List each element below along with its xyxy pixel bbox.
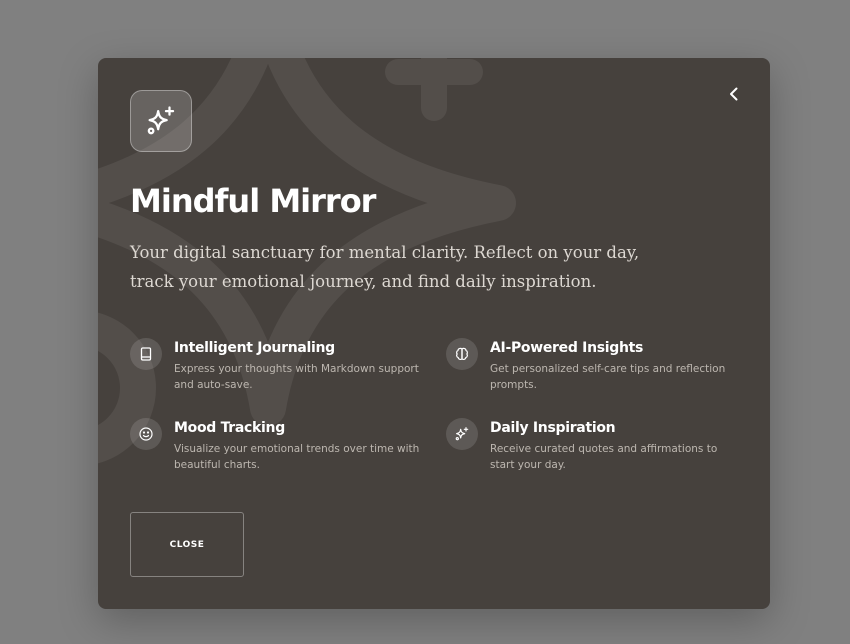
feature-icon-badge — [130, 338, 162, 370]
feature-icon-badge — [130, 418, 162, 450]
feature-title: Mood Tracking — [174, 420, 285, 436]
feature-title: Daily Inspiration — [490, 420, 616, 436]
book-icon — [140, 347, 152, 361]
app-logo — [130, 90, 192, 152]
feature-icon-badge — [446, 338, 478, 370]
back-button[interactable] — [722, 82, 746, 106]
feature-description: Visualize your emotional trends over tim… — [174, 443, 420, 471]
app-subtitle: Your digital sanctuary for mental clarit… — [130, 243, 640, 291]
chevron-left-icon — [730, 87, 738, 101]
feature-description: Express your thoughts with Markdown supp… — [174, 363, 419, 391]
feature-description: Get personalized self-care tips and refl… — [490, 363, 726, 391]
about-dialog: Mindful Mirror Your digital sanctuary fo… — [98, 58, 770, 609]
close-button[interactable]: CLOSE — [130, 512, 244, 577]
sparkles-icon — [147, 106, 175, 135]
app-title: Mindful Mirror — [130, 182, 376, 220]
feature-title: AI-Powered Insights — [490, 340, 644, 356]
feature-title: Intelligent Journaling — [174, 340, 335, 356]
sparkles-icon — [455, 427, 469, 441]
smile-icon — [139, 427, 153, 441]
feature-icon-badge — [446, 418, 478, 450]
brain-icon — [456, 347, 468, 361]
feature-description: Receive curated quotes and affirmations … — [490, 443, 718, 471]
